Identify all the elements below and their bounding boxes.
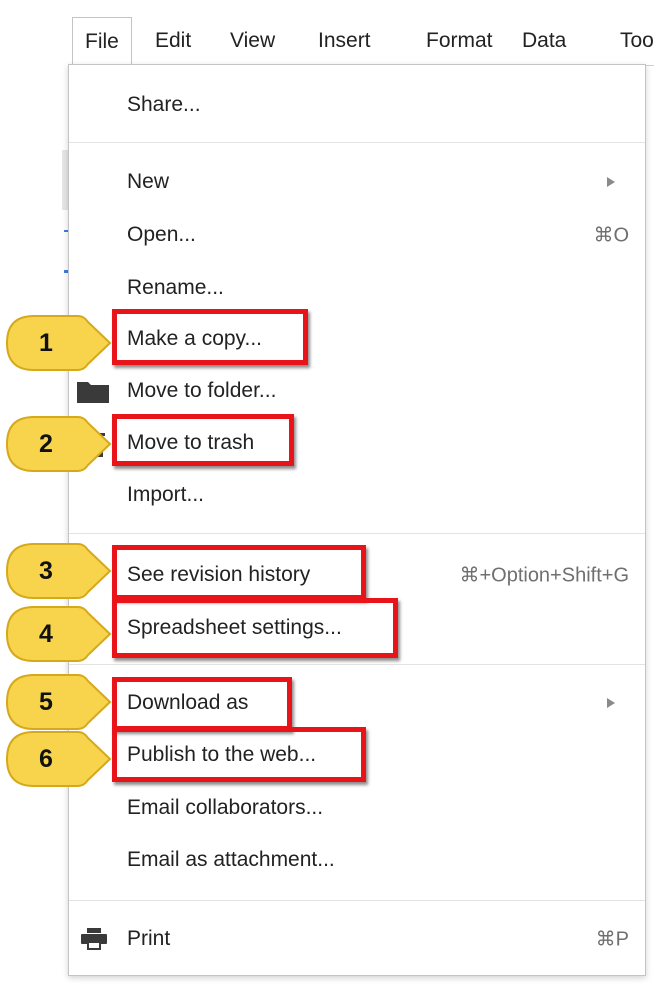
callout-number: 4 — [39, 620, 53, 648]
menu-item-rename[interactable]: Rename... — [69, 268, 645, 308]
callout-number: 1 — [39, 329, 53, 357]
menu-format[interactable]: Format — [426, 17, 493, 65]
menu-item-email-collaborators[interactable]: Email collaborators... — [69, 788, 645, 828]
menu-item-import[interactable]: Import... — [69, 475, 645, 515]
callout-number: 2 — [39, 430, 53, 458]
menu-separator — [69, 664, 645, 665]
shortcut-label: ⌘O — [593, 224, 629, 247]
callout-number: 3 — [39, 557, 53, 585]
menu-item-email-attachment[interactable]: Email as attachment... — [69, 840, 645, 880]
callout-2: 2 — [4, 414, 114, 474]
highlight-move-to-trash — [112, 414, 294, 466]
menu-item-label: Share... — [127, 93, 201, 116]
callout-1: 1 — [4, 313, 114, 373]
highlight-download-as — [112, 677, 292, 731]
highlight-revision-history — [112, 545, 366, 600]
menu-item-label: Print — [127, 927, 171, 950]
file-menu-dropdown: Share... New Open... ⌘O Rename... Make a… — [68, 64, 646, 976]
folder-icon — [77, 382, 109, 403]
menu-item-label: New — [127, 170, 170, 193]
callout-3: 3 — [4, 541, 114, 601]
highlight-spreadsheet-settings — [112, 598, 398, 658]
menu-item-open[interactable]: Open... ⌘O — [69, 215, 645, 255]
highlight-publish — [112, 727, 366, 782]
menu-bar: File Edit View Insert Format Data Too — [68, 17, 654, 66]
shortcut-label: ⌘+Option+Shift+G — [459, 564, 629, 587]
menu-item-move-to-folder[interactable]: Move to folder... — [69, 371, 645, 411]
callout-6: 6 — [4, 729, 114, 789]
menu-file[interactable]: File — [72, 17, 132, 65]
menu-tools[interactable]: Too — [620, 17, 654, 65]
menu-separator — [69, 900, 645, 901]
menu-item-label: Open... — [127, 223, 196, 246]
callout-5: 5 — [4, 672, 114, 732]
menu-view[interactable]: View — [230, 17, 275, 65]
menu-item-share[interactable]: Share... — [69, 85, 645, 125]
menu-separator — [69, 533, 645, 534]
submenu-arrow-icon — [607, 698, 615, 708]
menu-item-print[interactable]: Print ⌘P — [69, 919, 645, 959]
printer-icon — [81, 928, 107, 950]
submenu-arrow-icon — [607, 177, 615, 187]
menu-item-label: Email as attachment... — [127, 848, 335, 871]
menu-item-new[interactable]: New — [69, 162, 645, 202]
highlight-make-copy — [112, 309, 308, 365]
menu-item-label: Email collaborators... — [127, 796, 324, 819]
callout-number: 5 — [39, 688, 53, 716]
menu-item-label: Move to folder... — [127, 379, 277, 402]
menu-insert[interactable]: Insert — [318, 17, 371, 65]
menu-item-label: Import... — [127, 483, 205, 506]
callout-4: 4 — [4, 604, 114, 664]
menu-data[interactable]: Data — [522, 17, 566, 65]
menu-edit[interactable]: Edit — [155, 17, 191, 65]
shortcut-label: ⌘P — [595, 928, 629, 951]
menu-item-label: Rename... — [127, 276, 224, 299]
menu-separator — [69, 142, 645, 143]
callout-number: 6 — [39, 745, 53, 773]
